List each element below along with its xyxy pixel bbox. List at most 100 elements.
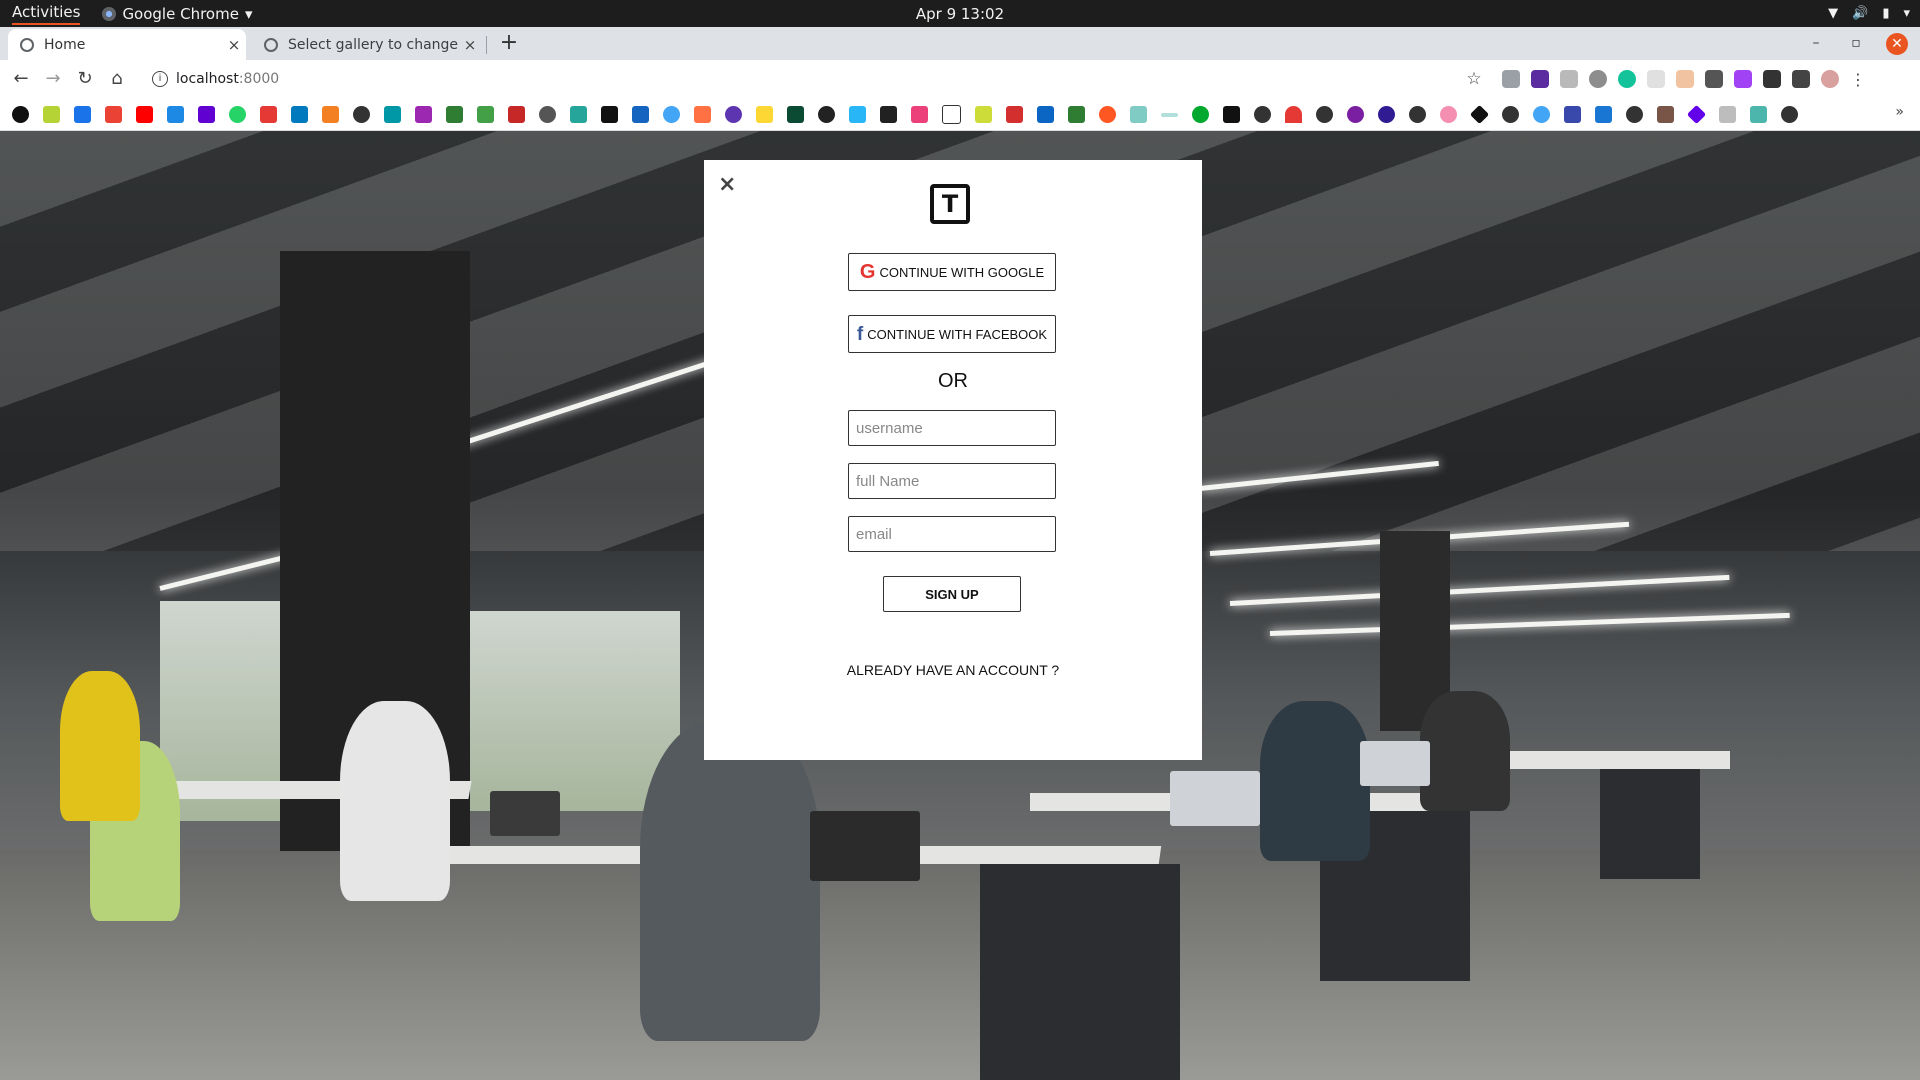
bookmark-icon[interactable] xyxy=(1440,106,1457,123)
address-bar[interactable]: i localhost:8000 xyxy=(140,64,1480,94)
bookmark-star-icon[interactable]: ☆ xyxy=(1462,67,1486,91)
globe-icon[interactable] xyxy=(353,106,370,123)
globe-icon[interactable] xyxy=(1781,106,1798,123)
bookmark-icon[interactable] xyxy=(1223,106,1240,123)
bookmark-icon[interactable] xyxy=(1564,106,1581,123)
bookmark-icon[interactable] xyxy=(1719,106,1736,123)
globe-icon xyxy=(264,37,278,52)
bookmark-icon[interactable] xyxy=(1502,106,1519,123)
reload-icon[interactable]: ↻ xyxy=(73,67,97,91)
username-input[interactable] xyxy=(848,410,1056,446)
meet-icon[interactable] xyxy=(74,106,91,123)
app-menu[interactable]: Google Chrome ▾ xyxy=(102,5,252,23)
bookmark-icon[interactable] xyxy=(818,106,835,123)
bookmark-icon[interactable] xyxy=(1378,106,1395,123)
gear-black-extension-icon[interactable] xyxy=(1763,70,1781,88)
bookmark-icon[interactable] xyxy=(1750,106,1767,123)
bookmark-icon[interactable] xyxy=(756,106,773,123)
bookmark-icon[interactable] xyxy=(1657,106,1674,123)
home-icon[interactable]: ⌂ xyxy=(105,67,129,91)
bookmarks-overflow-button[interactable]: » xyxy=(1895,104,1904,120)
bookmark-icon[interactable] xyxy=(539,106,556,123)
bookmark-icon[interactable] xyxy=(911,106,928,123)
window-close-icon[interactable]: ✕ xyxy=(1886,33,1908,55)
trello-icon[interactable] xyxy=(291,106,308,123)
bookmark-icon[interactable] xyxy=(1686,104,1707,125)
bookmark-icon[interactable] xyxy=(508,106,525,123)
bookmark-icon[interactable] xyxy=(942,105,961,124)
tab-gallery-admin[interactable]: Select gallery to change | × xyxy=(252,29,482,60)
github-icon[interactable] xyxy=(12,106,29,123)
gear-extension-icon[interactable] xyxy=(1589,70,1607,88)
django-icon[interactable] xyxy=(787,106,804,123)
bookmark-icon[interactable] xyxy=(43,106,60,123)
globe-icon[interactable] xyxy=(1316,106,1333,123)
pen-extension-icon[interactable] xyxy=(1734,70,1752,88)
bookmark-icon[interactable] xyxy=(1469,104,1490,125)
code-icon[interactable] xyxy=(1595,106,1612,123)
bookmark-icon[interactable] xyxy=(415,106,432,123)
globe-icon[interactable] xyxy=(1409,106,1426,123)
continue-with-google-button[interactable]: G CONTINUE WITH GOOGLE xyxy=(848,253,1056,291)
shield-extension-icon[interactable] xyxy=(1560,70,1578,88)
new-tab-button[interactable]: + xyxy=(496,31,522,57)
bookmark-icon[interactable] xyxy=(167,106,184,123)
forward-icon[interactable]: → xyxy=(41,67,65,91)
flag-icon[interactable] xyxy=(632,106,649,123)
activities-button[interactable]: Activities xyxy=(12,3,81,25)
bookmark-icon[interactable] xyxy=(260,106,277,123)
dollar-icon[interactable] xyxy=(1068,106,1085,123)
puzzle-icon[interactable] xyxy=(1792,70,1810,88)
restore-icon[interactable]: ▫ xyxy=(1844,31,1868,55)
globe-icon[interactable] xyxy=(1254,106,1271,123)
bookmark-icon[interactable] xyxy=(663,106,680,123)
bookmark-icon[interactable] xyxy=(477,106,494,123)
site-info-icon[interactable]: i xyxy=(152,71,168,87)
bookmark-icon[interactable] xyxy=(1347,106,1364,123)
gauge-icon[interactable] xyxy=(1285,106,1302,123)
bookmark-icon[interactable] xyxy=(601,106,618,123)
grammarly-icon[interactable] xyxy=(1618,70,1636,88)
bookmark-icon[interactable] xyxy=(849,106,866,123)
system-tray[interactable]: ▼ 🔊 ▮ ▾ xyxy=(1828,0,1910,27)
linkedin-icon[interactable] xyxy=(1037,106,1054,123)
full-name-input[interactable] xyxy=(848,463,1056,499)
calendar-extension-icon[interactable] xyxy=(1676,70,1694,88)
bookmark-icon[interactable] xyxy=(725,106,742,123)
whatsapp-icon[interactable] xyxy=(229,106,246,123)
more-menu-icon[interactable]: ⋮ xyxy=(1850,70,1866,89)
minimize-icon[interactable]: – xyxy=(1804,31,1828,55)
tab-close-icon[interactable]: × xyxy=(222,36,246,54)
email-input[interactable] xyxy=(848,516,1056,552)
bookmark-icon[interactable] xyxy=(570,106,587,123)
tab-home[interactable]: Home × xyxy=(8,29,246,60)
notes-extension-icon[interactable] xyxy=(1531,70,1549,88)
bookmark-icon[interactable] xyxy=(975,106,992,123)
stackoverflow-icon[interactable] xyxy=(322,106,339,123)
bookmark-icon[interactable] xyxy=(1130,106,1147,123)
continue-with-facebook-button[interactable]: f CONTINUE WITH FACEBOOK xyxy=(848,315,1056,353)
tab-close-icon[interactable]: × xyxy=(458,36,482,54)
bookmark-icon[interactable] xyxy=(1006,106,1023,123)
dotted-extension-icon[interactable] xyxy=(1647,70,1665,88)
mail-icon[interactable] xyxy=(198,106,215,123)
back-icon[interactable]: ← xyxy=(9,67,33,91)
qr-extension-icon[interactable] xyxy=(1705,70,1723,88)
profile-avatar[interactable] xyxy=(1821,70,1839,88)
bookmark-icon[interactable] xyxy=(1161,112,1178,117)
recycle-extension-icon[interactable] xyxy=(1502,70,1520,88)
bookmark-icon[interactable] xyxy=(694,106,711,123)
evernote-icon[interactable] xyxy=(1192,106,1209,123)
close-icon[interactable]: × xyxy=(718,172,736,197)
bookmark-icon[interactable] xyxy=(880,106,897,123)
bookmark-icon[interactable] xyxy=(446,106,463,123)
already-have-account-link[interactable]: ALREADY HAVE AN ACCOUNT ? xyxy=(704,662,1202,678)
clock[interactable]: Apr 9 13:02 xyxy=(0,5,1920,23)
globe-icon[interactable] xyxy=(1626,106,1643,123)
gmail-icon[interactable] xyxy=(105,106,122,123)
youtube-icon[interactable] xyxy=(136,106,153,123)
bookmark-icon[interactable] xyxy=(384,106,401,123)
sign-up-button[interactable]: SIGN UP xyxy=(883,576,1021,612)
power-icon[interactable] xyxy=(1099,106,1116,123)
smile-icon[interactable] xyxy=(1533,106,1550,123)
